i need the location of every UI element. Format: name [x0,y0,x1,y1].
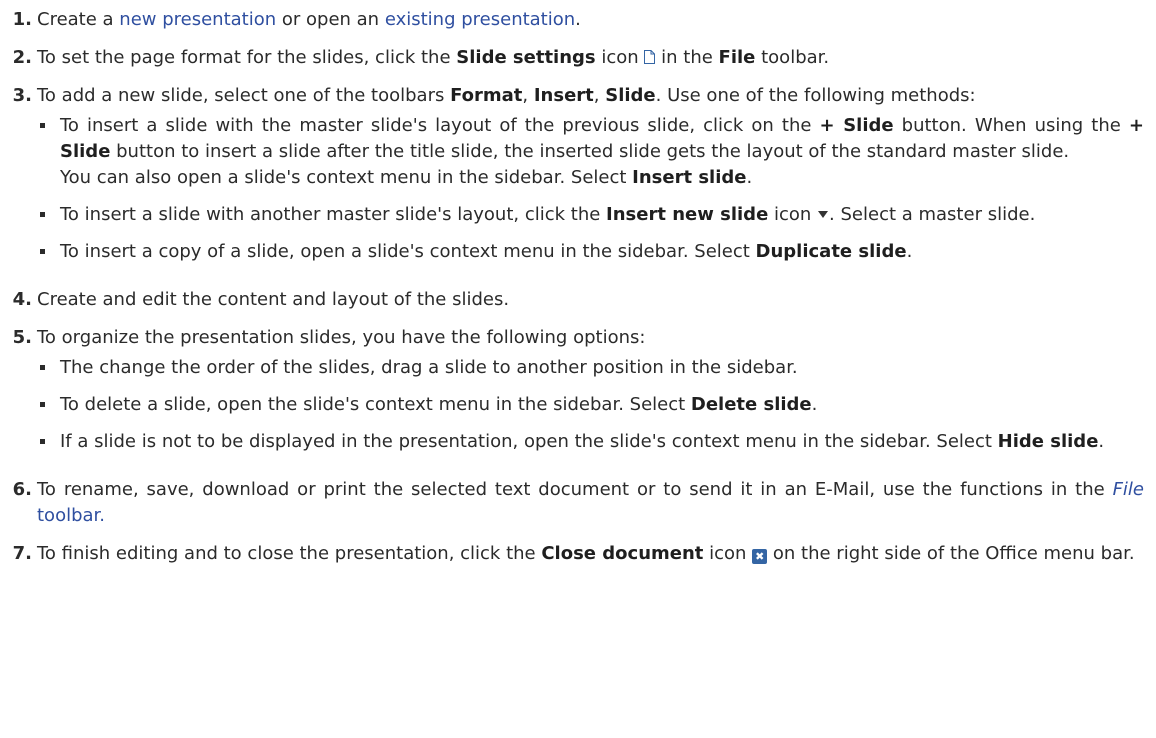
text: . [575,9,581,30]
text: icon [595,47,645,68]
list-item: The change the order of the slides, drag… [37,355,1144,381]
page-icon [644,46,656,64]
text: To insert a copy of a slide, open a slid… [60,241,756,262]
file-toolbar-link-text[interactable]: toolbar. [37,505,105,526]
text: If a slide is not to be displayed in the… [60,431,998,452]
bold-term: + Slide [819,115,894,136]
step-text: To rename, save, download or print the s… [37,477,1144,529]
help-document: 1. Create a new presentation or open an … [0,0,1156,567]
text: To finish editing and to close the prese… [37,543,542,564]
text: . [746,167,753,188]
step-1: 1. Create a new presentation or open an … [13,7,1144,33]
sub-list: To insert a slide with the master slide'… [37,113,1144,265]
text: , [522,85,534,106]
text: icon [768,204,818,225]
list-item: To delete a slide, open the slide's cont… [37,392,1144,418]
step-text: To finish editing and to close the prese… [37,541,1144,567]
text: . [906,241,913,262]
step-number: 5. [12,327,32,348]
sub-list: The change the order of the slides, drag… [37,355,1144,455]
text: button to insert a slide after the title… [110,141,1070,162]
bold-term: Insert [533,85,594,106]
step-text: To add a new slide, select one of the to… [37,83,1144,109]
bold-term: Hide slide [997,431,1099,452]
step-text: Create a new presentation or open an exi… [37,7,1144,33]
list-item: If a slide is not to be displayed in the… [37,429,1144,455]
text: in the [655,47,719,68]
bold-term: Format [450,85,523,106]
bullet [40,365,45,370]
text: To set the page format for the slides, c… [37,47,457,68]
steps-list: 1. Create a new presentation or open an … [13,7,1144,567]
triangle-down-icon [818,211,829,218]
text: . [811,394,818,415]
step-2: 2. To set the page format for the slides… [13,45,1144,71]
text: button. When using the [893,115,1129,136]
step-text: To organize the presentation slides, you… [37,327,646,348]
list-item-text: To insert a slide with the master slide'… [60,113,1144,165]
text: icon [703,543,753,564]
step-3: 3. To add a new slide, select one of the… [13,83,1144,265]
step-text: To set the page format for the slides, c… [37,45,1144,71]
bold-term: File [718,47,756,68]
bold-term: Close document [541,543,704,564]
step-number: 1. [12,9,32,30]
bullet [40,249,45,254]
step-number: 7. [12,543,32,564]
step-text: Create and edit the content and layout o… [37,289,510,310]
existing-presentation-link[interactable]: existing presentation [385,9,575,30]
bullet [40,123,45,128]
step-4: 4. Create and edit the content and layou… [13,287,1144,313]
text: . [1098,431,1105,452]
close-icon: ✖ [752,549,768,564]
list-item: To insert a slide with the master slide'… [37,113,1144,191]
new-presentation-link[interactable]: new presentation [119,9,276,30]
step-6: 6. To rename, save, download or print th… [13,477,1144,529]
step-number: 3. [12,85,32,106]
text: To delete a slide, open the slide's cont… [60,394,691,415]
bold-term: Insert new slide [606,204,769,225]
file-toolbar-link[interactable]: File [1113,479,1144,500]
list-item: To insert a slide with another master sl… [37,202,1144,228]
text: To add a new slide, select one of the to… [37,85,451,106]
step-7: 7. To finish editing and to close the pr… [13,541,1144,567]
text: You can also open a slide's context menu… [60,167,633,188]
bold-term: Slide settings [456,47,596,68]
text: or open an [276,9,385,30]
bullet [40,212,45,217]
text: , [593,85,606,106]
text: . Use one of the following methods: [655,85,976,106]
text: toolbar. [755,47,830,68]
text: To insert a slide with another master sl… [60,204,607,225]
text: on the right side of the Office menu bar… [767,543,1135,564]
bold-term: Insert slide [632,167,747,188]
bold-term: Slide [605,85,656,106]
text: Create a [37,9,120,30]
list-item: To insert a copy of a slide, open a slid… [37,239,1144,265]
step-number: 2. [12,47,32,68]
text: To rename, save, download or print the s… [37,479,1113,500]
bullet [40,439,45,444]
bullet [40,402,45,407]
step-5: 5. To organize the presentation slides, … [13,325,1144,455]
text: . Select a master slide. [829,204,1036,225]
step-number: 6. [12,479,32,500]
bold-term: Delete slide [690,394,812,415]
bold-term: Duplicate slide [755,241,907,262]
list-item-text: You can also open a slide's context menu… [60,165,1144,191]
step-number: 4. [12,289,32,310]
text: To insert a slide with the master slide'… [60,115,820,136]
text: The change the order of the slides, drag… [60,357,798,378]
